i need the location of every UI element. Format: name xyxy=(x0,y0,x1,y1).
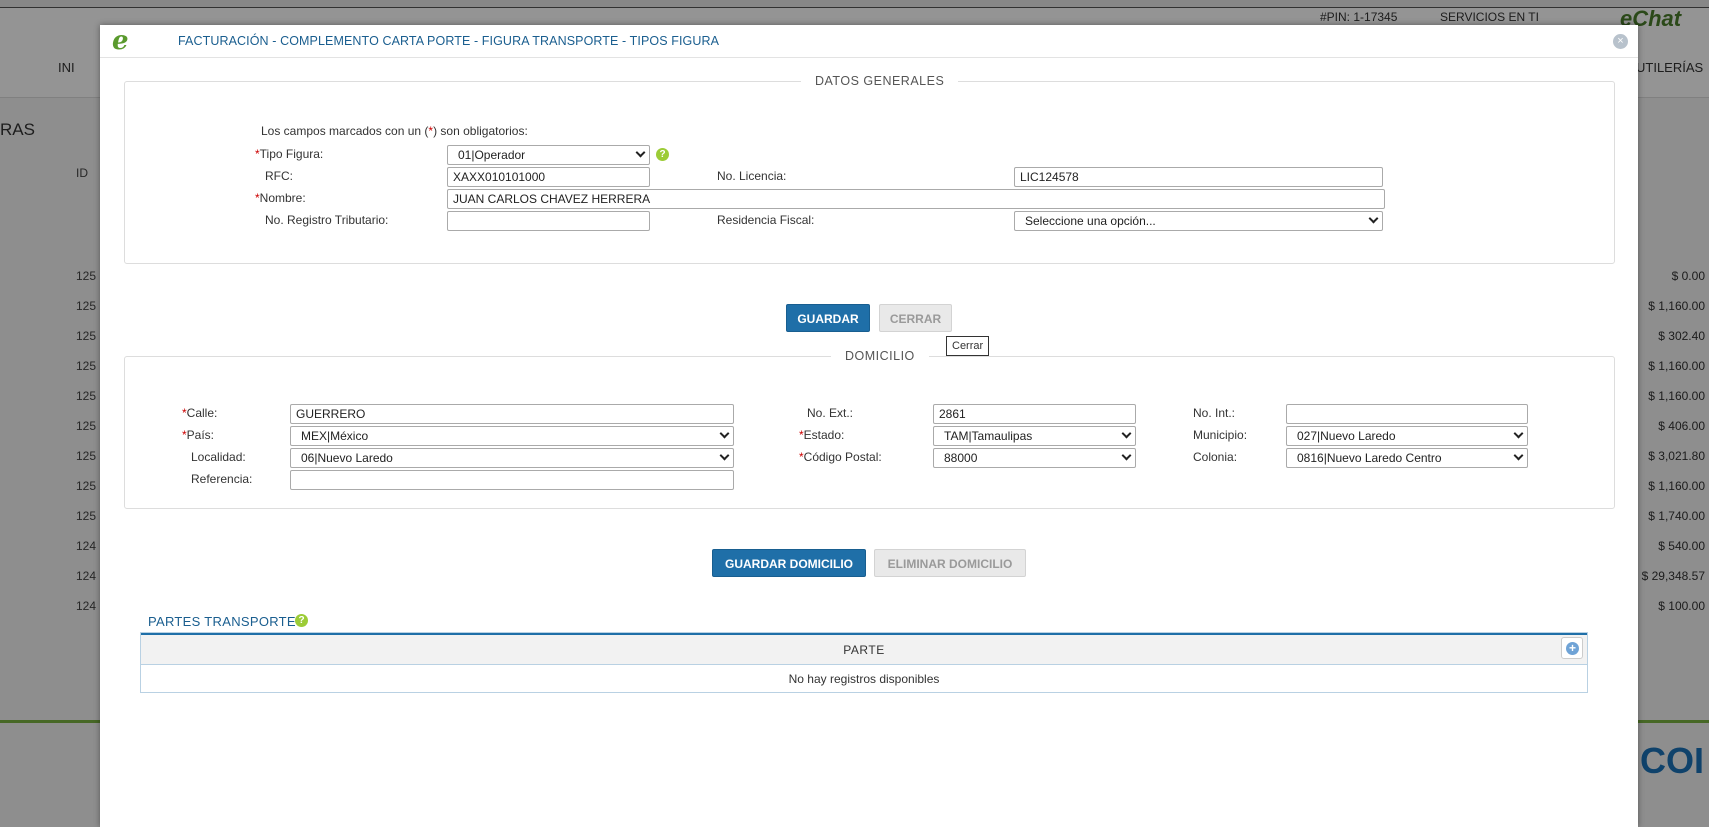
tipo-figura-label: *Tipo Figura: xyxy=(255,147,324,161)
nombre-label: *Nombre: xyxy=(255,191,306,205)
estado-select[interactable]: TAM|Tamaulipas xyxy=(933,426,1136,446)
domicilio-section: DOMICILIO *Calle: GUERRERO No. Ext.: 286… xyxy=(124,349,1615,509)
municipio-value: 027|Nuevo Laredo xyxy=(1297,429,1396,443)
localidad-value: 06|Nuevo Laredo xyxy=(301,451,393,465)
cerrar-tooltip: Cerrar xyxy=(946,336,990,356)
required-note: Los campos marcados con un (*) son oblig… xyxy=(261,124,528,138)
colonia-label: Colonia: xyxy=(1193,450,1238,464)
modal-title: FACTURACIÓN - COMPLEMENTO CARTA PORTE - … xyxy=(178,34,720,48)
municipio-label: Municipio: xyxy=(1193,428,1248,442)
rfc-label: RFC: xyxy=(265,169,293,183)
pais-select[interactable]: MEX|México xyxy=(290,426,734,446)
licencia-input[interactable]: LIC124578 xyxy=(1014,167,1383,187)
registro-tributario-input[interactable] xyxy=(447,211,650,231)
datos-generales-legend: DATOS GENERALES xyxy=(801,74,959,88)
grid-header-parte: PARTE xyxy=(141,635,1587,665)
municipio-select[interactable]: 027|Nuevo Laredo xyxy=(1286,426,1528,446)
no-int-label: No. Int.: xyxy=(1193,406,1236,420)
required-note-suffix: ) son obligatorios: xyxy=(433,124,528,138)
domicilio-legend: DOMICILIO xyxy=(831,349,929,363)
chevron-down-icon xyxy=(1513,428,1524,439)
codigo-postal-value: 88000 xyxy=(944,451,978,465)
colonia-select[interactable]: 0816|Nuevo Laredo Centro xyxy=(1286,448,1528,468)
add-button[interactable]: + xyxy=(1561,637,1583,659)
localidad-label: Localidad: xyxy=(191,450,246,464)
close-icon[interactable]: × xyxy=(1613,34,1628,49)
app-logo-icon: e xyxy=(112,26,129,56)
grid-empty-message: No hay registros disponibles xyxy=(788,672,940,686)
partes-grid: PARTE + No hay registros disponibles xyxy=(140,632,1588,693)
residencia-fiscal-label: Residencia Fiscal: xyxy=(717,213,815,227)
eliminar-domicilio-button[interactable]: ELIMINAR DOMICILIO xyxy=(874,549,1026,577)
codigo-postal-label: *Código Postal: xyxy=(799,450,882,464)
referencia-input[interactable] xyxy=(290,470,734,490)
no-ext-input[interactable]: 2861 xyxy=(933,404,1136,424)
residencia-fiscal-select[interactable]: Seleccione una opción... xyxy=(1014,211,1383,231)
chevron-down-icon xyxy=(1513,450,1524,461)
estado-label: *Estado: xyxy=(799,428,845,442)
calle-label: *Calle: xyxy=(182,406,218,420)
localidad-select[interactable]: 06|Nuevo Laredo xyxy=(290,448,734,468)
guardar-domicilio-button[interactable]: GUARDAR DOMICILIO xyxy=(712,549,866,577)
pais-value: MEX|México xyxy=(301,429,369,443)
colonia-value: 0816|Nuevo Laredo Centro xyxy=(1297,451,1442,465)
required-note-prefix: Los campos marcados con un ( xyxy=(261,124,429,138)
modal-header: e FACTURACIÓN - COMPLEMENTO CARTA PORTE … xyxy=(100,25,1638,58)
residencia-fiscal-value: Seleccione una opción... xyxy=(1025,214,1156,228)
tipo-figura-value: 01|Operador xyxy=(458,148,526,162)
no-ext-label: No. Ext.: xyxy=(807,406,854,420)
cerrar-button[interactable]: CERRAR xyxy=(879,304,952,332)
chevron-down-icon xyxy=(1368,213,1379,224)
chevron-down-icon xyxy=(719,450,730,461)
help-icon[interactable]: ? xyxy=(656,148,669,161)
calle-input[interactable]: GUERRERO xyxy=(290,404,734,424)
rfc-input[interactable]: XAXX010101000 xyxy=(447,167,650,187)
chevron-down-icon xyxy=(719,428,730,439)
licencia-label: No. Licencia: xyxy=(717,169,787,183)
no-int-input[interactable] xyxy=(1286,404,1528,424)
chevron-down-icon xyxy=(1121,450,1132,461)
nombre-input[interactable]: JUAN CARLOS CHAVEZ HERRERA xyxy=(447,189,1385,209)
chevron-down-icon xyxy=(635,147,646,158)
pais-label: *País: xyxy=(182,428,215,442)
figura-transporte-modal: e FACTURACIÓN - COMPLEMENTO CARTA PORTE … xyxy=(100,25,1638,827)
tipo-figura-select[interactable]: 01|Operador xyxy=(447,145,650,165)
partes-transporte-title: PARTES TRANSPORTE xyxy=(148,614,296,629)
estado-value: TAM|Tamaulipas xyxy=(944,429,1033,443)
help-icon[interactable]: ? xyxy=(295,614,308,627)
codigo-postal-select[interactable]: 88000 xyxy=(933,448,1136,468)
guardar-button[interactable]: GUARDAR xyxy=(786,304,870,332)
datos-generales-section: DATOS GENERALES Los campos marcados con … xyxy=(124,74,1615,264)
registro-tributario-label: No. Registro Tributario: xyxy=(265,213,389,227)
referencia-label: Referencia: xyxy=(191,472,253,486)
plus-circle-icon: + xyxy=(1566,642,1579,655)
chevron-down-icon xyxy=(1121,428,1132,439)
